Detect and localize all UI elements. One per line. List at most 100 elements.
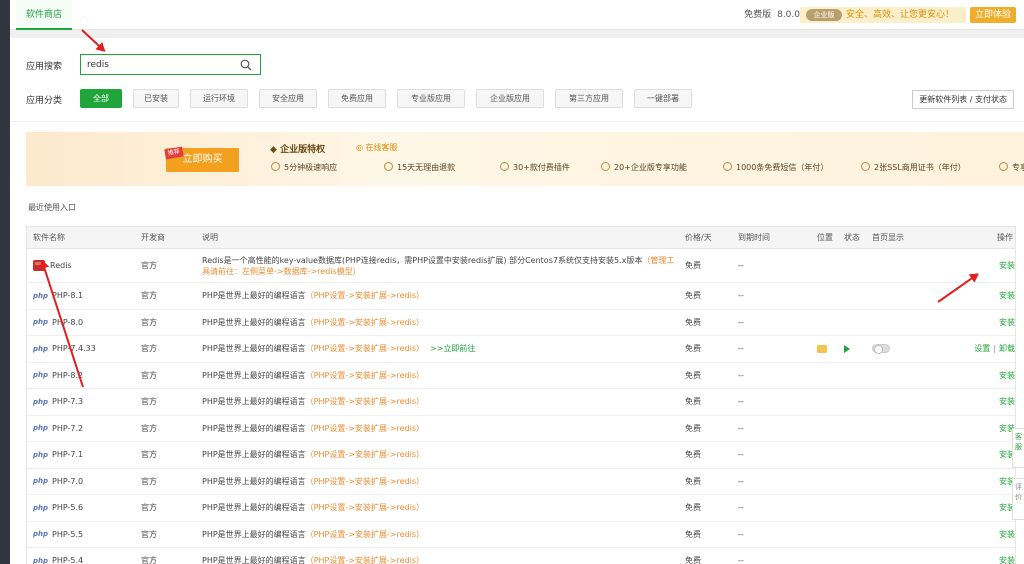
category-tab-0[interactable]: 全部 xyxy=(80,89,122,108)
software-expire: -- xyxy=(738,370,744,380)
php-extension-link[interactable]: （PHP设置->安装扩展->redis） xyxy=(306,449,424,460)
online-service-link[interactable]: ◎ 在线客服 xyxy=(356,142,398,153)
software-description: PHP是世界上最好的编程语言 xyxy=(202,476,306,486)
homepage-toggle[interactable] xyxy=(872,344,890,355)
software-expire: -- xyxy=(738,450,744,460)
install-button[interactable]: 安装 xyxy=(999,548,1015,564)
software-expire: -- xyxy=(738,291,744,301)
settings-button[interactable]: 设置 xyxy=(974,343,990,354)
php-extension-link[interactable]: （PHP设置->安装扩展->redis） xyxy=(306,502,424,513)
software-developer: 官方 xyxy=(141,317,157,327)
software-name: PHP-7.0 xyxy=(52,476,84,486)
table-body: Redis 官方 Redis是一个高性能的key-value数据库(PHP连接r… xyxy=(27,249,1015,564)
software-expire: -- xyxy=(738,344,744,354)
category-tab-5[interactable]: 专业版应用 xyxy=(397,89,465,108)
php-extension-link[interactable]: （PHP设置->安装扩展->redis） xyxy=(306,529,424,540)
float-tab-rate[interactable]: 评价 xyxy=(1012,478,1024,520)
perk-text: 1000条免费短信（年付） xyxy=(736,163,829,172)
php-extension-link[interactable]: （PHP设置->安装扩展->redis） xyxy=(306,396,424,407)
software-name-cell: php PHP-7.1 xyxy=(33,442,133,468)
version-label: 免费版 xyxy=(744,10,772,20)
php-icon: php xyxy=(33,503,49,512)
table-row: php PHP-8.1 官方 PHP是世界上最好的编程语言 （PHP设置->安装扩展->… xyxy=(27,283,1015,310)
position-cell xyxy=(817,336,827,362)
php-icon: php xyxy=(33,291,49,300)
software-description: PHP是世界上最好的编程语言 xyxy=(202,423,306,433)
category-tab-2[interactable]: 运行环境 xyxy=(190,89,248,108)
software-name: PHP-5.5 xyxy=(52,529,84,539)
homepage-cell xyxy=(872,336,890,362)
redis-developer: 官方 xyxy=(141,261,157,270)
php-extension-link[interactable]: （PHP设置->安装扩展->redis） xyxy=(306,423,424,434)
software-developer: 官方 xyxy=(141,291,157,301)
table-row: php PHP-8.2 官方 PHP是世界上最好的编程语言 （PHP设置->安装扩展->… xyxy=(27,363,1015,389)
table-row: php PHP-5.6 官方 PHP是世界上最好的编程语言 （PHP设置->安装扩展->… xyxy=(27,495,1015,522)
software-developer: 官方 xyxy=(141,370,157,380)
category-tab-7[interactable]: 第三方应用 xyxy=(555,89,623,108)
software-name-cell: php PHP-8.0 xyxy=(33,310,133,336)
software-name-cell: php PHP-5.6 xyxy=(33,495,133,521)
software-description: PHP是世界上最好的编程语言 xyxy=(202,317,306,327)
play-icon[interactable] xyxy=(844,344,850,353)
install-button[interactable]: 安装 xyxy=(999,389,1015,415)
search-icon[interactable] xyxy=(240,59,252,71)
enterprise-promo[interactable]: 企业版 安全、高效、让您更安心！ xyxy=(800,7,966,23)
php-extension-link[interactable]: （PHP设置->安装扩展->redis） xyxy=(306,370,424,381)
php-icon: php xyxy=(33,424,49,433)
table-row: php PHP-5.4 官方 PHP是世界上最好的编程语言 （PHP设置->安装扩展->… xyxy=(27,548,1015,564)
trial-button[interactable]: 立即体验 xyxy=(970,7,1016,23)
header-status: 状态 xyxy=(844,233,860,242)
software-expire: -- xyxy=(738,556,744,564)
software-price: 免费 xyxy=(685,476,701,486)
goto-link[interactable]: >>立即前往 xyxy=(430,343,475,354)
category-label: 应用分类 xyxy=(26,96,63,106)
software-description: PHP是世界上最好的编程语言 xyxy=(202,450,306,460)
perk-icon xyxy=(271,162,280,171)
redis-name: Redis xyxy=(50,261,72,270)
php-extension-link[interactable]: （PHP设置->安装扩展->redis） xyxy=(306,476,424,487)
software-description: PHP是世界上最好的编程语言 xyxy=(202,370,306,380)
software-price: 免费 xyxy=(685,503,701,513)
category-tab-4[interactable]: 免费应用 xyxy=(328,89,386,108)
install-button[interactable]: 安装 xyxy=(999,310,1015,336)
enterprise-banner: 立即购买 推荐 ◆ 企业版特权 ◎ 在线客服 5分钟极速响应 15天无理由退款 30… xyxy=(26,132,1024,186)
install-button[interactable]: 安装 xyxy=(999,283,1015,309)
category-tab-8[interactable]: 一键部署 xyxy=(634,89,692,108)
software-price: 免费 xyxy=(685,556,701,564)
search-box[interactable] xyxy=(80,54,261,75)
php-extension-link[interactable]: （PHP设置->安装扩展->redis） xyxy=(306,290,424,301)
php-extension-link[interactable]: （PHP设置->安装扩展->redis） xyxy=(306,555,424,564)
uninstall-button[interactable]: 卸载 xyxy=(999,343,1015,354)
category-tab-1[interactable]: 已安装 xyxy=(133,89,179,108)
software-description-cell: PHP是世界上最好的编程语言 （PHP设置->安装扩展->redis） >>立即前往 xyxy=(202,336,682,362)
category-tab-3[interactable]: 安全应用 xyxy=(259,89,317,108)
table-header: 软件名称 开发商 说明 价格/天 到期时间 位置 状态 首页显示 操作 xyxy=(27,227,1015,249)
software-name-cell: php PHP-5.5 xyxy=(33,522,133,548)
perk-icon xyxy=(999,162,1008,171)
software-description-cell: PHP是世界上最好的编程语言 （PHP设置->安装扩展->redis） xyxy=(202,469,682,495)
float-tab-service[interactable]: 客服 xyxy=(1012,428,1024,468)
install-button[interactable]: 安装 xyxy=(999,363,1015,389)
php-extension-link[interactable]: （PHP设置->安装扩展->redis） xyxy=(306,343,424,354)
folder-icon[interactable] xyxy=(817,344,827,353)
update-list-button[interactable]: 更新软件列表 / 支付状态 xyxy=(912,90,1014,109)
search-input[interactable] xyxy=(81,55,231,74)
perk-item-6: 专享企业 xyxy=(999,162,1024,173)
install-button[interactable]: 安装 xyxy=(999,522,1015,548)
header-name: 软件名称 xyxy=(33,233,65,242)
table-row: php PHP-7.4.33 官方 PHP是世界上最好的编程语言 （PHP设置->安装扩… xyxy=(27,336,1015,363)
php-extension-link[interactable]: （PHP设置->安装扩展->redis） xyxy=(306,317,424,328)
software-developer: 官方 xyxy=(141,344,157,354)
perk-text: 15天无理由退款 xyxy=(397,163,456,172)
category-tab-6[interactable]: 企业版应用 xyxy=(476,89,544,108)
software-developer: 官方 xyxy=(141,397,157,407)
software-price: 免费 xyxy=(685,291,701,301)
tab-software-store[interactable]: 软件商店 xyxy=(16,0,73,30)
software-developer: 官方 xyxy=(141,556,157,564)
software-name-cell: php PHP-5.4 xyxy=(33,548,133,564)
redis-install-button[interactable]: 安装 xyxy=(999,249,1015,282)
table-row: php PHP-7.1 官方 PHP是世界上最好的编程语言 （PHP设置->安装扩展->… xyxy=(27,442,1015,469)
software-price: 免费 xyxy=(685,450,701,460)
software-description-cell: PHP是世界上最好的编程语言 （PHP设置->安装扩展->redis） xyxy=(202,283,682,309)
table-row: php PHP-7.3 官方 PHP是世界上最好的编程语言 （PHP设置->安装扩展->… xyxy=(27,389,1015,416)
